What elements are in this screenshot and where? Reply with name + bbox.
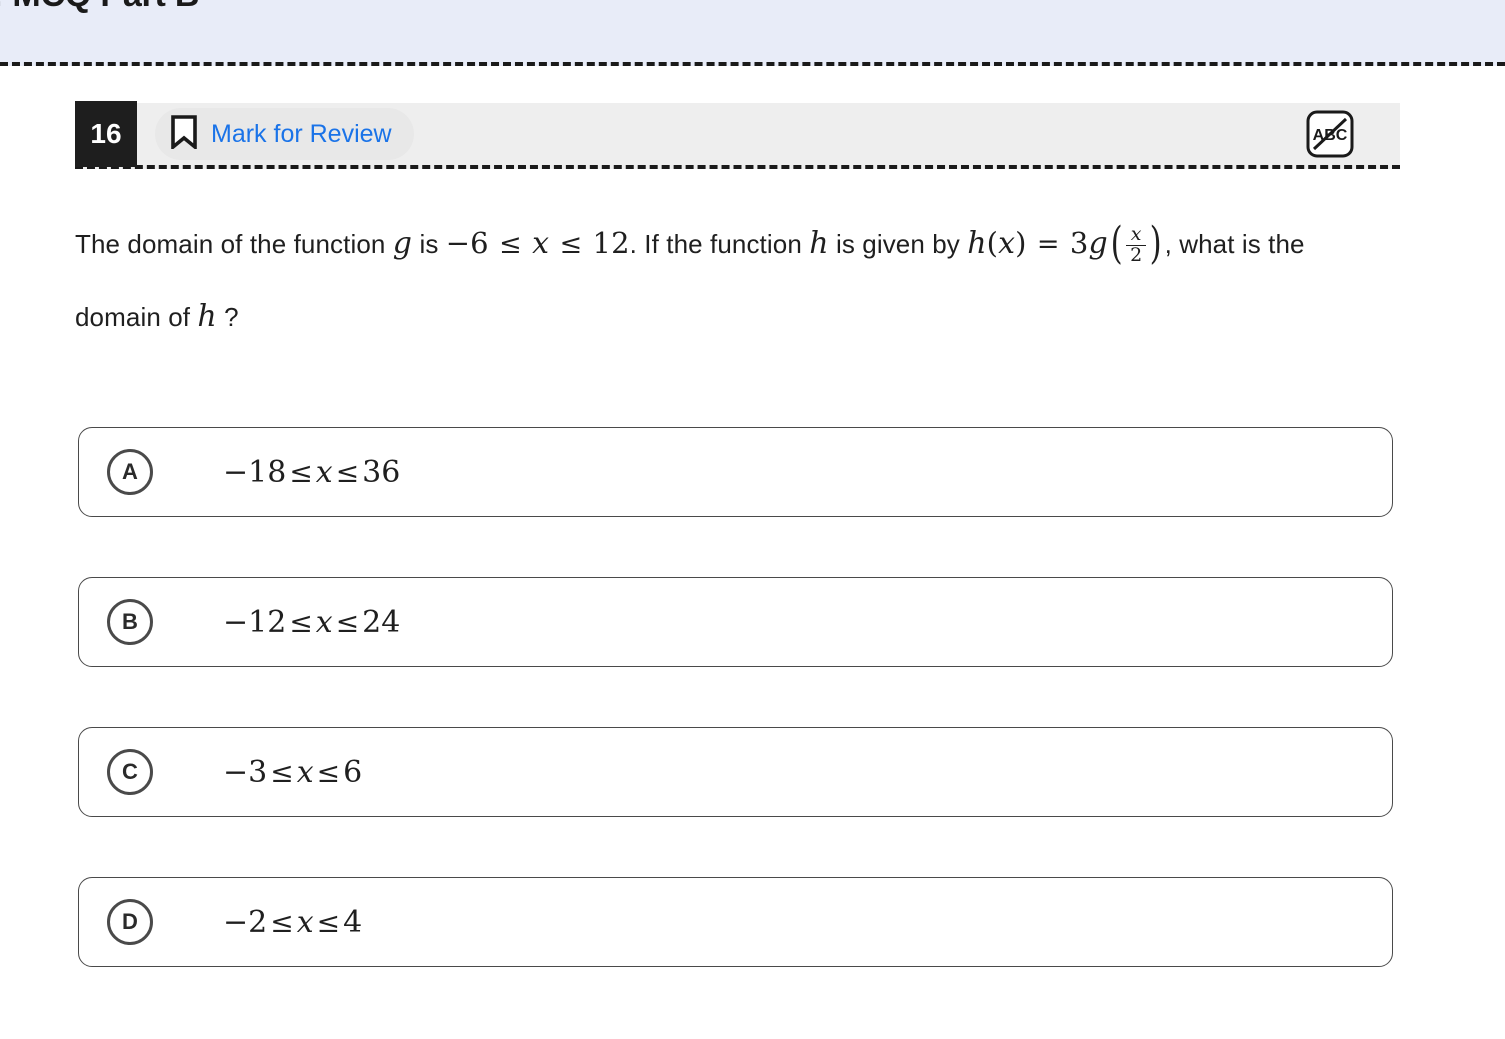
bookmark-icon — [171, 114, 197, 154]
choice-c-high: 6 — [343, 754, 363, 790]
choice-a-le-1: ≤ — [289, 455, 313, 489]
stem-var-h-1: h — [809, 226, 829, 261]
stem-equals: = — [1036, 229, 1060, 260]
choice-b-high: 24 — [362, 604, 401, 640]
choice-d-le-1: ≤ — [270, 905, 294, 939]
stem-text-2: is — [419, 229, 439, 259]
stem-text-4: is given by — [835, 229, 960, 259]
stem-open-paren-2: ( — [1110, 218, 1123, 269]
stem-fraction-x-over-2: x2 — [1126, 222, 1147, 266]
choice-b-var: x — [315, 604, 333, 640]
choice-c-le-1: ≤ — [270, 755, 294, 789]
choice-letter-b: B — [107, 599, 153, 645]
choice-a-high: 36 — [362, 454, 401, 490]
choice-d-le-2: ≤ — [316, 905, 341, 939]
choice-b-low: −12 — [223, 604, 287, 640]
stem-le-1: ≤ — [499, 229, 522, 260]
choice-text-b: −12 ≤ x ≤24 — [223, 605, 400, 640]
section-header: : MCQ Part B — [0, 0, 1505, 66]
answer-choice-b[interactable]: B −12 ≤ x ≤24 — [78, 577, 1393, 667]
stem-func-g: g — [1088, 226, 1108, 261]
choice-text-a: −18 ≤ x ≤36 — [223, 455, 400, 490]
stem-range-high: 12 — [592, 226, 630, 260]
section-title: : MCQ Part B — [0, 0, 199, 12]
answer-choices: A −18 ≤ x ≤36 B −12 ≤ x ≤24 C −3 ≤ x ≤6 D −2 ≤ x ≤4 — [78, 427, 1393, 1027]
choice-text-d: −2 ≤ x ≤4 — [223, 905, 362, 940]
answer-choice-d[interactable]: D −2 ≤ x ≤4 — [78, 877, 1393, 967]
question-toolbar: 16 Mark for Review ABC — [75, 101, 1400, 169]
stem-le-2: ≤ — [559, 229, 583, 260]
choice-c-var: x — [296, 754, 314, 790]
choice-b-le-1: ≤ — [289, 605, 313, 639]
stem-text-6: domain of — [75, 302, 191, 332]
choice-text-c: −3 ≤ x ≤6 — [223, 755, 362, 790]
stem-coefficient-3: 3 — [1069, 226, 1089, 260]
choice-letter-d: D — [107, 899, 153, 945]
answer-choice-c[interactable]: C −3 ≤ x ≤6 — [78, 727, 1393, 817]
stem-text-5: , what is the — [1164, 229, 1305, 259]
choice-d-var: x — [296, 904, 314, 940]
stem-var-h-2: h — [197, 299, 217, 334]
stem-range-low: −6 — [445, 226, 489, 260]
choice-a-le-2: ≤ — [335, 455, 360, 489]
question-number-badge: 16 — [75, 101, 137, 167]
stem-close-paren-2: ) — [1149, 218, 1162, 269]
choice-b-le-2: ≤ — [335, 605, 360, 639]
answer-choice-a[interactable]: A −18 ≤ x ≤36 — [78, 427, 1393, 517]
stem-text-1: The domain of the function — [75, 229, 386, 259]
stem-text-3: . If the function — [629, 229, 802, 259]
choice-d-high: 4 — [343, 904, 363, 940]
stem-func-h: h — [967, 226, 987, 261]
choice-c-low: −3 — [223, 754, 268, 790]
stem-close-paren-1: ) — [1015, 226, 1027, 260]
choice-a-var: x — [315, 454, 333, 490]
stem-question-mark: ? — [224, 302, 239, 332]
choice-a-low: −18 — [223, 454, 287, 490]
abc-strikethrough-icon: ABC — [1306, 110, 1354, 158]
stem-open-paren-1: ( — [986, 226, 999, 260]
question-stem: The domain of the function g is −6 ≤ x ≤… — [75, 207, 1400, 353]
stem-var-x-2: x — [998, 226, 1016, 261]
mark-for-review-button[interactable]: Mark for Review — [155, 108, 414, 160]
choice-c-le-2: ≤ — [316, 755, 341, 789]
choice-letter-c: C — [107, 749, 153, 795]
stem-var-x-1: x — [532, 226, 550, 261]
choice-d-low: −2 — [223, 904, 268, 940]
choice-letter-a: A — [107, 449, 153, 495]
stem-var-g: g — [392, 226, 413, 261]
fraction-denominator: 2 — [1126, 244, 1147, 266]
abc-strikethrough-button[interactable]: ABC — [1304, 108, 1356, 160]
fraction-numerator: x — [1130, 222, 1142, 245]
mark-for-review-label: Mark for Review — [211, 119, 392, 148]
